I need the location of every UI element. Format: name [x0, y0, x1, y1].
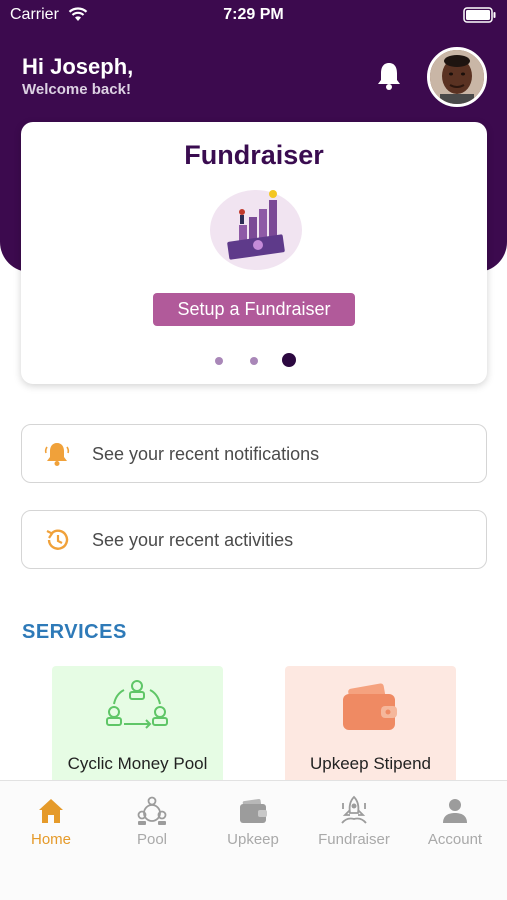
- service-label: Cyclic Money Pool: [67, 754, 208, 773]
- services-heading: SERVICES: [22, 621, 127, 643]
- tab-label: Pool: [136, 831, 168, 848]
- carousel-dot-3-active[interactable]: [282, 353, 296, 367]
- recent-notifications-label: See your recent notifications: [92, 444, 320, 464]
- tab-label: Home: [30, 831, 71, 848]
- setup-fundraiser-button[interactable]: Setup a Fundraiser: [153, 293, 355, 326]
- carousel-title: Fundraiser: [184, 140, 324, 170]
- tab-label: Upkeep: [227, 831, 279, 848]
- home-icon: [39, 799, 63, 823]
- fundraiser-illustration-icon: [210, 190, 302, 270]
- carousel-dot-1[interactable]: [215, 357, 223, 365]
- service-cyclic-money-pool[interactable]: Cyclic Money Pool: [52, 666, 223, 786]
- tab-account[interactable]: Account: [405, 795, 505, 855]
- notification-bell-icon[interactable]: [374, 60, 404, 92]
- recent-activities-button[interactable]: See your recent activities: [21, 510, 487, 569]
- bottom-tab-bar: Home Pool Upkeep Fundraiser Account: [0, 780, 507, 900]
- tab-upkeep[interactable]: Upkeep: [203, 795, 303, 855]
- fundraiser-icon: [341, 795, 367, 824]
- person-icon: [443, 799, 467, 823]
- welcome-text: Welcome back!: [22, 81, 131, 98]
- tab-label: Account: [427, 831, 483, 848]
- tab-fundraiser[interactable]: Fundraiser: [304, 795, 404, 855]
- wallet-icon: [343, 683, 397, 730]
- wallet-icon: [240, 798, 267, 823]
- history-icon: [46, 529, 69, 550]
- bell-icon: [44, 443, 70, 466]
- avatar-photo: [430, 50, 484, 104]
- tab-pool[interactable]: Pool: [102, 795, 202, 855]
- fundraiser-carousel-card[interactable]: Fundraiser Setup a Fundraiser: [21, 122, 487, 384]
- recent-notifications-button[interactable]: See your recent notifications: [21, 424, 487, 483]
- status-bar: Carrier 7:29 PM: [0, 0, 507, 30]
- greeting-text: Hi Joseph,: [22, 54, 134, 79]
- tab-home[interactable]: Home: [1, 795, 101, 855]
- recent-activities-label: See your recent activities: [92, 530, 294, 550]
- avatar[interactable]: [427, 47, 487, 107]
- pool-icon: [137, 796, 167, 825]
- service-upkeep-stipend[interactable]: Upkeep Stipend: [285, 666, 456, 786]
- carousel-pagination: [21, 353, 487, 369]
- status-time: 7:29 PM: [223, 6, 284, 23]
- service-label: Upkeep Stipend: [310, 754, 431, 773]
- cycle-people-icon: [106, 680, 168, 729]
- carousel-dot-2[interactable]: [250, 357, 258, 365]
- battery-icon: [463, 7, 496, 23]
- tab-label: Fundraiser: [318, 831, 390, 848]
